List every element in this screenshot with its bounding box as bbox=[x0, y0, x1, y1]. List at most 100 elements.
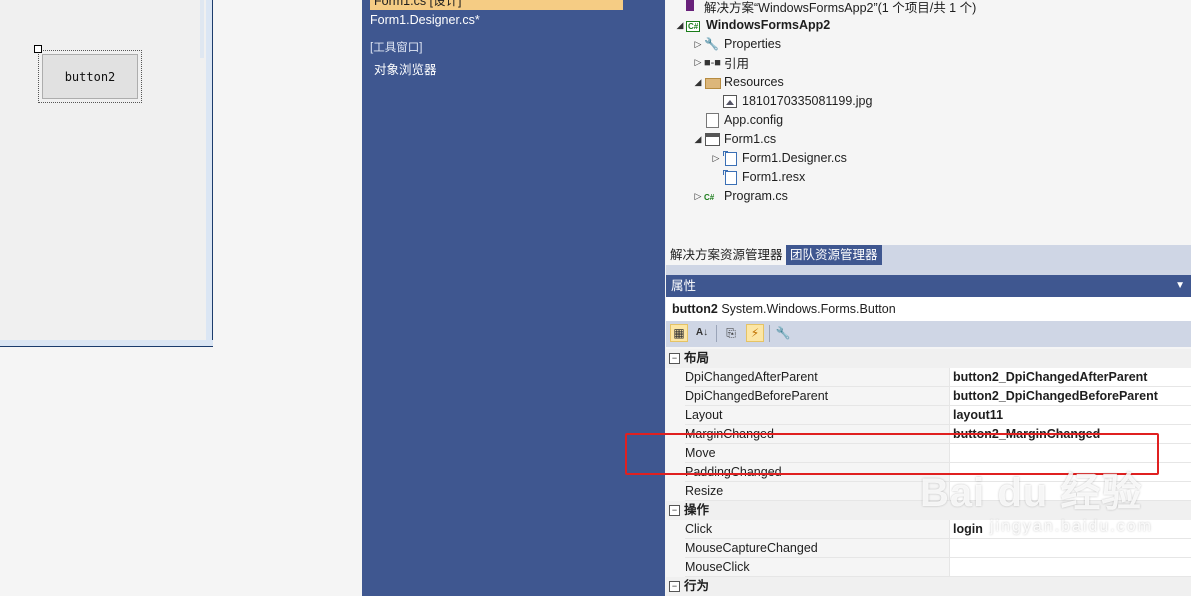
tab-solution-explorer[interactable]: 解决方案资源管理器 bbox=[666, 245, 787, 265]
tree-item-label: App.config bbox=[724, 113, 784, 127]
property-pages-icon[interactable]: ⎘ bbox=[722, 324, 740, 342]
category-label: 操作 bbox=[684, 503, 710, 517]
tree-item-label: Program.cs bbox=[724, 189, 788, 203]
object-selector[interactable]: button2 System.Windows.Forms.Button bbox=[666, 297, 1191, 321]
tree-item-app-config[interactable]: App.config bbox=[704, 111, 783, 129]
tree-item-references[interactable]: ▷ ■-■ 引用 bbox=[692, 53, 749, 71]
window-list-item-label: Form1.cs [设计] bbox=[374, 0, 462, 8]
tree-item-label: 解决方案“WindowsFormsApp2”(1 个项目/共 1 个) bbox=[704, 0, 977, 15]
categorized-icon[interactable]: ▦ bbox=[670, 324, 688, 342]
property-value[interactable]: button2_DpiChangedAfterParent bbox=[949, 368, 1191, 387]
references-icon: ■-■ bbox=[704, 57, 721, 69]
solution-icon bbox=[684, 0, 700, 13]
form-frame-right-edge[interactable] bbox=[206, 0, 213, 346]
property-value[interactable]: button2_DpiChangedBeforeParent bbox=[949, 387, 1191, 406]
category-behavior[interactable]: − 行为 bbox=[666, 577, 1191, 596]
property-row[interactable]: DpiChangedBeforeParent button2_DpiChange… bbox=[666, 387, 1191, 406]
property-value[interactable] bbox=[949, 539, 1191, 558]
property-name: Layout bbox=[685, 406, 949, 425]
collapse-toggle-icon[interactable]: − bbox=[669, 505, 680, 516]
button2-control[interactable]: button2 bbox=[42, 54, 138, 99]
window-list-item-active[interactable]: Form1.cs [设计] bbox=[370, 0, 623, 10]
collapsed-arrow-icon[interactable]: ▷ bbox=[692, 39, 704, 50]
dropdown-caret-icon[interactable]: ▼ bbox=[1175, 275, 1185, 297]
annotation-highlight-box bbox=[625, 433, 1159, 475]
tree-item-label: Form1.Designer.cs bbox=[742, 151, 847, 165]
properties-title-bar: 属性 ▼ bbox=[666, 275, 1191, 297]
property-name: Resize bbox=[685, 482, 949, 501]
tree-item-solution[interactable]: 解决方案“WindowsFormsApp2”(1 个项目/共 1 个) bbox=[684, 0, 976, 15]
tree-item-resources[interactable]: ◢ Resources bbox=[692, 73, 784, 91]
property-row[interactable]: MouseClick bbox=[666, 558, 1191, 577]
property-value[interactable]: login bbox=[949, 520, 1191, 539]
expanded-arrow-icon[interactable]: ◢ bbox=[692, 77, 704, 88]
button2-selection-frame[interactable]: button2 bbox=[38, 50, 142, 103]
property-value[interactable] bbox=[949, 482, 1191, 501]
collapsed-arrow-icon[interactable]: ▷ bbox=[692, 57, 704, 68]
tree-item-form1[interactable]: ◢ Form1.cs bbox=[692, 130, 776, 148]
expanded-arrow-icon[interactable]: ◢ bbox=[692, 134, 704, 145]
expanded-arrow-icon[interactable]: ◢ bbox=[674, 20, 686, 31]
tree-item-image[interactable]: 1810170335081199.jpg bbox=[722, 92, 872, 110]
wrench-icon: 🔧 bbox=[704, 37, 719, 51]
toolbar-separator bbox=[769, 325, 770, 342]
property-row[interactable]: Click login bbox=[666, 520, 1191, 539]
property-row[interactable]: Resize bbox=[666, 482, 1191, 501]
property-row[interactable]: Layout layout11 bbox=[666, 406, 1191, 425]
image-file-icon bbox=[722, 94, 738, 108]
tree-item-label: Form1.cs bbox=[724, 132, 777, 146]
tree-item-program[interactable]: ▷ C# Program.cs bbox=[692, 187, 788, 205]
tree-item-properties[interactable]: ▷ 🔧 Properties bbox=[692, 35, 781, 53]
tree-item-label: 引用 bbox=[724, 56, 750, 71]
category-action[interactable]: − 操作 bbox=[666, 501, 1191, 520]
events-lightning-icon[interactable]: ⚡ bbox=[746, 324, 764, 342]
property-name: DpiChangedAfterParent bbox=[685, 368, 949, 387]
category-label: 布局 bbox=[684, 351, 710, 365]
property-value[interactable] bbox=[949, 558, 1191, 577]
collapsed-arrow-icon[interactable]: ▷ bbox=[710, 153, 722, 164]
property-value[interactable]: layout11 bbox=[949, 406, 1191, 425]
tree-item-label: Form1.resx bbox=[742, 170, 806, 184]
alphabetical-icon[interactable]: A↓ bbox=[693, 324, 711, 342]
window-list-tool-item[interactable]: 对象浏览器 bbox=[374, 59, 437, 78]
properties-title: 属性 bbox=[671, 279, 697, 293]
property-name: MouseClick bbox=[685, 558, 949, 577]
collapsed-arrow-icon[interactable]: ▷ bbox=[692, 191, 704, 202]
solution-explorer-panel: 解决方案“WindowsFormsApp2”(1 个项目/共 1 个) ◢ C#… bbox=[666, 0, 1191, 245]
collapse-toggle-icon[interactable]: − bbox=[669, 353, 680, 364]
tree-item-form1-resx[interactable]: Form1.resx bbox=[722, 168, 805, 186]
tree-item-form1-designer[interactable]: ▷ Form1.Designer.cs bbox=[710, 149, 847, 167]
form-icon bbox=[704, 132, 720, 146]
category-label: 行为 bbox=[684, 579, 710, 593]
panel-splitter[interactable] bbox=[666, 265, 1191, 275]
window-list-group-label: [工具窗口] bbox=[370, 42, 423, 54]
selection-grip-icon[interactable] bbox=[34, 45, 42, 53]
window-list-dropdown: Form1.cs [设计] Form1.Designer.cs* [工具窗口] … bbox=[362, 0, 665, 596]
tree-item-label: WindowsFormsApp2 bbox=[706, 18, 831, 32]
property-name: DpiChangedBeforeParent bbox=[685, 387, 949, 406]
toolbar-separator bbox=[716, 325, 717, 342]
property-name: MouseCaptureChanged bbox=[685, 539, 949, 558]
tree-item-project[interactable]: ◢ C# WindowsFormsApp2 bbox=[674, 16, 830, 34]
csharp-project-icon: C# bbox=[686, 21, 701, 32]
property-row[interactable]: DpiChangedAfterParent button2_DpiChanged… bbox=[666, 368, 1191, 387]
property-name: Click bbox=[685, 520, 949, 539]
tab-team-explorer[interactable]: 团队资源管理器 bbox=[786, 245, 882, 265]
wrench-icon[interactable]: 🔧 bbox=[774, 324, 792, 342]
object-type: System.Windows.Forms.Button bbox=[721, 302, 896, 316]
collapse-toggle-icon[interactable]: − bbox=[669, 581, 680, 592]
tree-item-label: 1810170335081199.jpg bbox=[742, 94, 873, 108]
cs-file-icon bbox=[722, 151, 738, 166]
resx-file-icon bbox=[722, 170, 738, 185]
window-list-item[interactable]: Form1.Designer.cs* bbox=[370, 13, 480, 27]
object-name: button2 bbox=[672, 302, 718, 316]
form-designer-surface[interactable]: button2 bbox=[0, 0, 362, 596]
csharp-file-icon: C# bbox=[704, 193, 715, 202]
form-frame-bottom-edge[interactable] bbox=[0, 340, 213, 347]
explorer-tab-strip: 解决方案资源管理器 团队资源管理器 bbox=[666, 245, 1191, 265]
config-file-icon bbox=[704, 113, 720, 128]
form-edge-strip bbox=[200, 0, 204, 58]
tree-item-label: Resources bbox=[724, 75, 784, 89]
property-row[interactable]: MouseCaptureChanged bbox=[666, 539, 1191, 558]
category-layout[interactable]: − 布局 bbox=[666, 349, 1191, 368]
